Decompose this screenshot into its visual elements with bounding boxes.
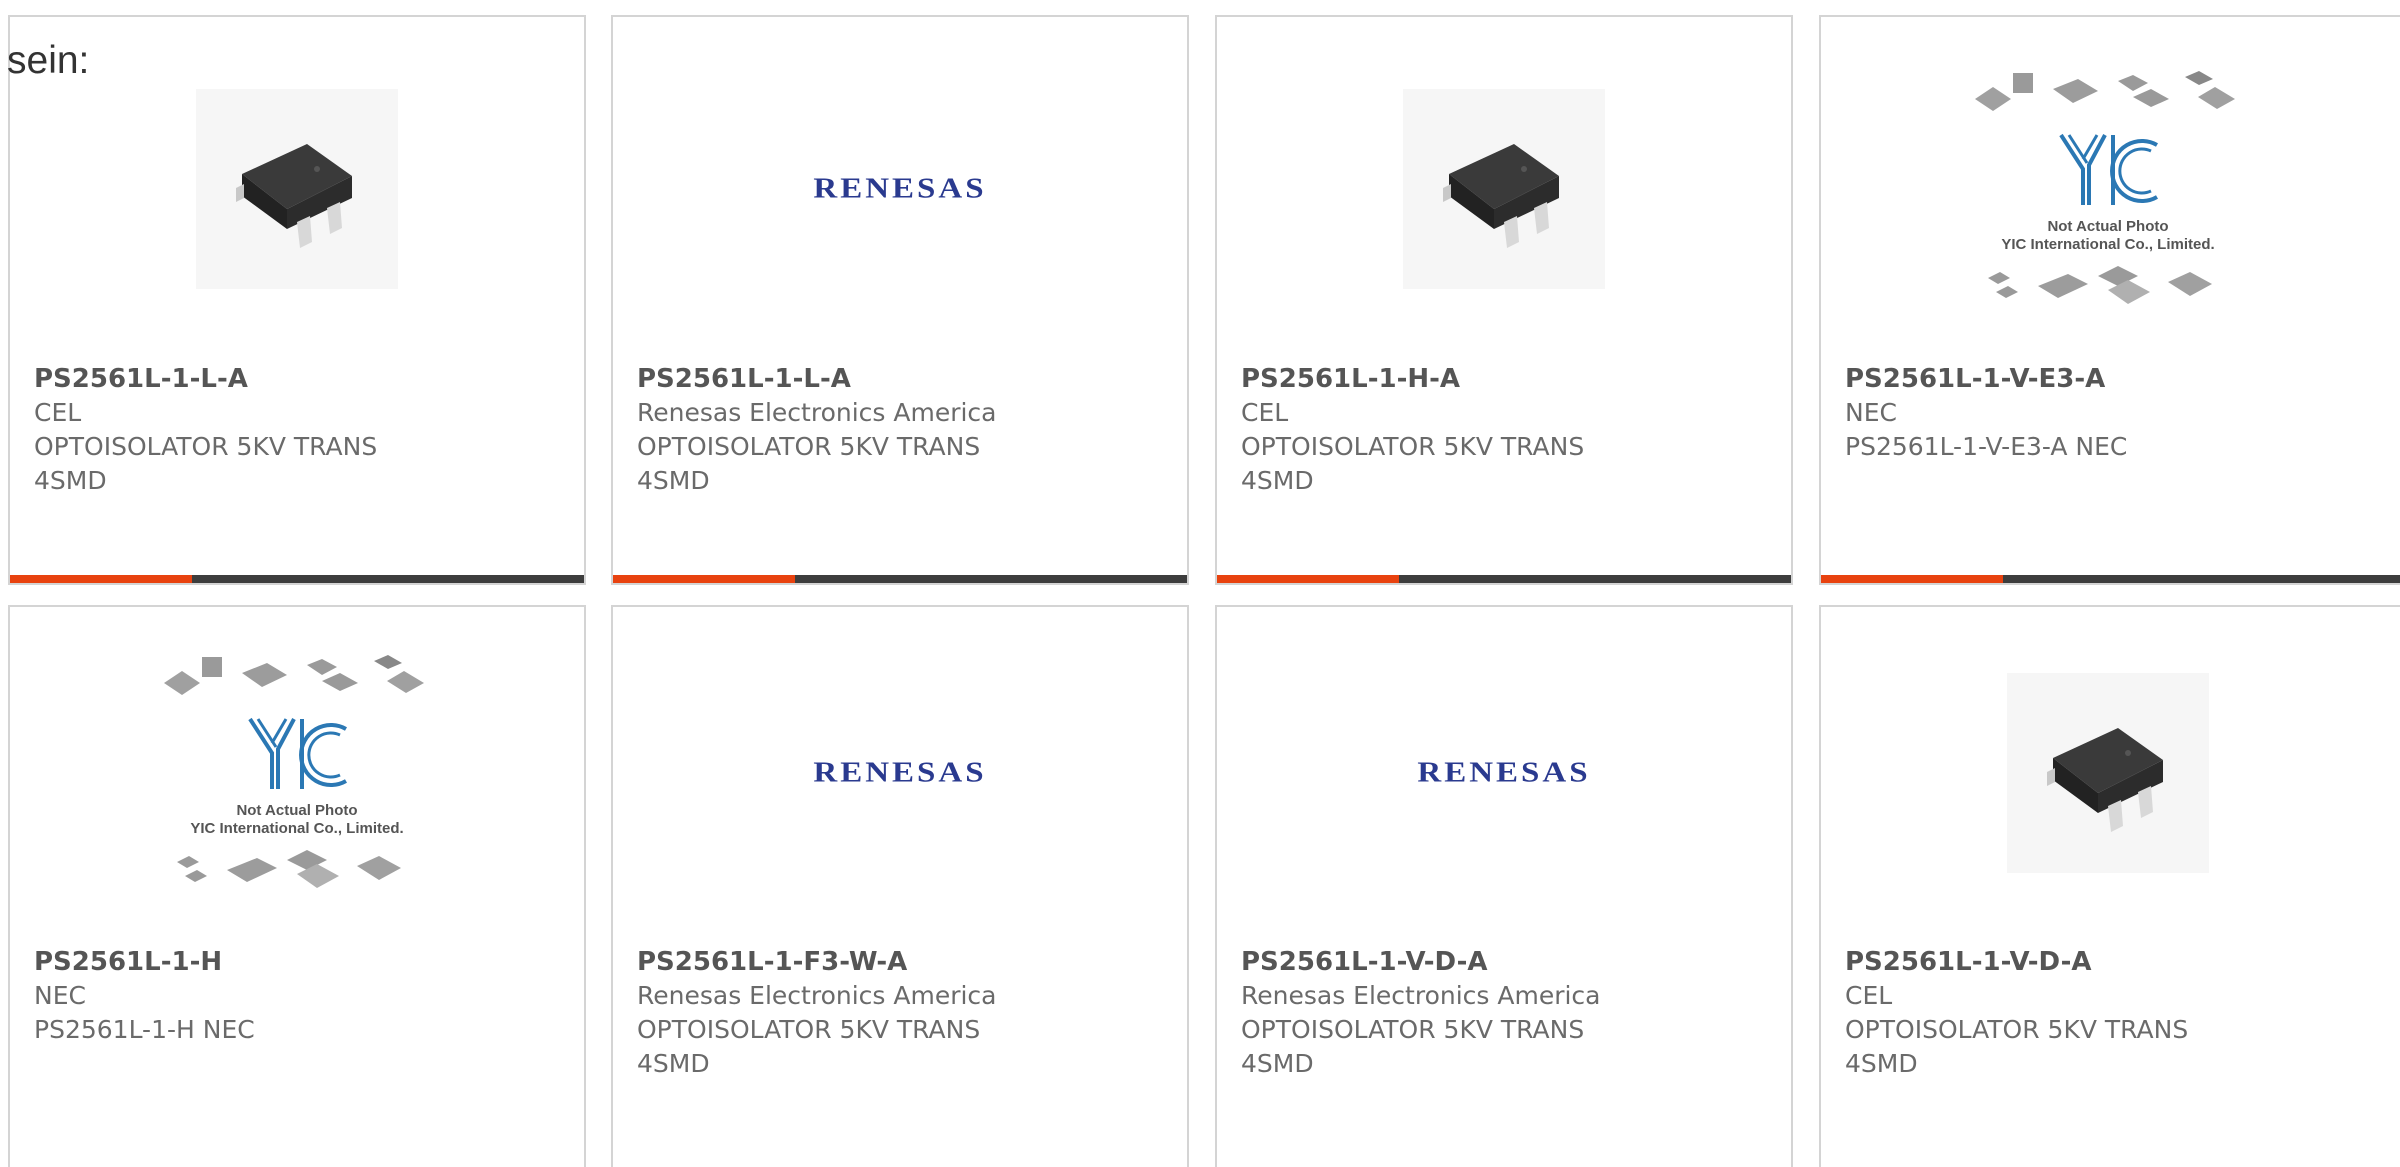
- description: 4SMD: [1241, 1049, 1314, 1078]
- optoisolator-chip-image: [1403, 89, 1605, 289]
- part-number-link[interactable]: PS2561L-1-V-D-A: [1845, 945, 2400, 979]
- card-accent-bar: [613, 575, 795, 583]
- part-number-link[interactable]: PS2561L-1-V-D-A: [1241, 945, 1777, 979]
- placeholder-caption: Not Actual Photo: [2047, 218, 2169, 236]
- intro-text: sein:: [7, 39, 90, 82]
- product-card[interactable]: RENESAS PS2561L-1-F3-W-A Renesas Electro…: [611, 605, 1189, 1167]
- product-card[interactable]: Not Actual Photo YIC International Co., …: [1819, 15, 2400, 585]
- product-card[interactable]: Not Actual Photo YIC International Co., …: [8, 605, 586, 1167]
- card-bottom-bar: [613, 575, 1187, 583]
- description: 4SMD: [1845, 1049, 1918, 1078]
- card-bottom-bar: [10, 575, 584, 583]
- description: 4SMD: [1241, 466, 1314, 495]
- card-accent-bar: [10, 575, 192, 583]
- description: OPTOISOLATOR 5KV TRANS: [1845, 1015, 2189, 1044]
- product-image[interactable]: RENESAS: [613, 668, 1187, 878]
- part-number-link[interactable]: PS2561L-1-H-A: [1241, 362, 1777, 396]
- product-card[interactable]: PS2561L-1-L-A CEL OPTOISOLATOR 5KV TRANS…: [8, 15, 586, 585]
- yic-placeholder-image: Not Actual Photo YIC International Co., …: [157, 653, 437, 893]
- card-bottom-bar: [1821, 575, 2400, 583]
- renesas-logo: RENESAS: [813, 757, 987, 788]
- part-number-link[interactable]: PS2561L-1-L-A: [34, 362, 570, 396]
- product-card[interactable]: PS2561L-1-V-D-A CEL OPTOISOLATOR 5KV TRA…: [1819, 605, 2400, 1167]
- manufacturer: Renesas Electronics America: [637, 398, 997, 427]
- yic-logo-icon: [2059, 133, 2158, 205]
- renesas-logo: RENESAS: [1417, 757, 1591, 788]
- part-number-link[interactable]: PS2561L-1-F3-W-A: [637, 945, 1173, 979]
- placeholder-caption: YIC International Co., Limited.: [2001, 236, 2215, 254]
- renesas-logo: RENESAS: [813, 173, 987, 204]
- product-image[interactable]: [1217, 84, 1791, 294]
- product-image[interactable]: [1821, 668, 2395, 878]
- manufacturer: NEC: [1845, 398, 1897, 427]
- placeholder-caption: YIC International Co., Limited.: [190, 820, 404, 838]
- product-image[interactable]: Not Actual Photo YIC International Co., …: [10, 655, 584, 888]
- product-image[interactable]: RENESAS: [1217, 668, 1791, 878]
- product-image[interactable]: Not Actual Photo YIC International Co., …: [1821, 71, 2395, 304]
- description: 4SMD: [637, 1049, 710, 1078]
- optoisolator-chip-image: [196, 89, 398, 289]
- manufacturer: Renesas Electronics America: [637, 981, 997, 1010]
- description: OPTOISOLATOR 5KV TRANS: [637, 1015, 981, 1044]
- description: OPTOISOLATOR 5KV TRANS: [1241, 432, 1585, 461]
- product-card[interactable]: PS2561L-1-H-A CEL OPTOISOLATOR 5KV TRANS…: [1215, 15, 1793, 585]
- description: PS2561L-1-V-E3-A NEC: [1845, 432, 2128, 461]
- product-card[interactable]: RENESAS PS2561L-1-V-D-A Renesas Electron…: [1215, 605, 1793, 1167]
- yic-logo-icon: [248, 717, 347, 789]
- description: OPTOISOLATOR 5KV TRANS: [637, 432, 981, 461]
- part-number-link[interactable]: PS2561L-1-L-A: [637, 362, 1173, 396]
- card-bottom-bar: [1217, 575, 1791, 583]
- card-accent-bar: [1217, 575, 1399, 583]
- optoisolator-chip-image: [2007, 673, 2209, 873]
- manufacturer: NEC: [34, 981, 86, 1010]
- description: OPTOISOLATOR 5KV TRANS: [34, 432, 378, 461]
- description: 4SMD: [34, 466, 107, 495]
- product-image[interactable]: [10, 84, 584, 294]
- description: PS2561L-1-H NEC: [34, 1015, 255, 1044]
- manufacturer: CEL: [1241, 398, 1289, 427]
- yic-placeholder-image: Not Actual Photo YIC International Co., …: [1968, 69, 2248, 309]
- placeholder-caption: Not Actual Photo: [236, 802, 358, 820]
- product-card[interactable]: RENESAS PS2561L-1-L-A Renesas Electronic…: [611, 15, 1189, 585]
- manufacturer: Renesas Electronics America: [1241, 981, 1601, 1010]
- part-number-link[interactable]: PS2561L-1-H: [34, 945, 570, 979]
- part-number-link[interactable]: PS2561L-1-V-E3-A: [1845, 362, 2400, 396]
- description: OPTOISOLATOR 5KV TRANS: [1241, 1015, 1585, 1044]
- manufacturer: CEL: [1845, 981, 1893, 1010]
- product-image[interactable]: RENESAS: [613, 84, 1187, 294]
- card-accent-bar: [1821, 575, 2003, 583]
- description: 4SMD: [637, 466, 710, 495]
- manufacturer: CEL: [34, 398, 82, 427]
